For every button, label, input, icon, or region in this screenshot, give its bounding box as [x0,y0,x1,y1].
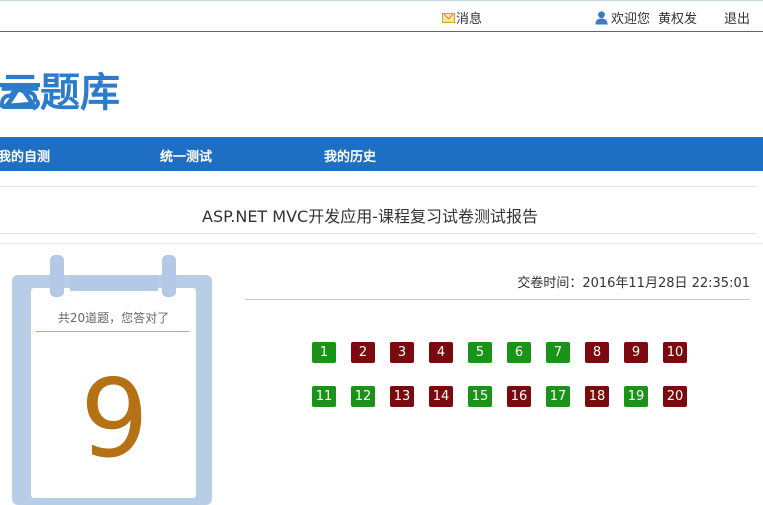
user-name[interactable]: 黄权发 [658,8,697,27]
divider [245,299,750,300]
score-value: 9 [80,357,149,482]
welcome-label: 欢迎您 [611,12,651,27]
user-icon [595,11,608,25]
question-result-20[interactable]: 20 [663,386,687,407]
question-result-1[interactable]: 1 [312,342,336,363]
mail-icon [442,12,455,23]
question-result-15[interactable]: 15 [468,386,492,407]
logo[interactable]: 云题库 [0,68,185,118]
question-result-9[interactable]: 9 [624,342,648,363]
question-result-12[interactable]: 12 [351,386,375,407]
calendar-ring-icon [162,255,176,297]
divider [0,186,757,187]
report-title: ASP.NET MVC开发应用-课程复习试卷测试报告 [202,207,538,226]
calendar-divider [36,331,189,332]
top-bar: 消息 欢迎您 黄权发 退出 [0,1,763,32]
calendar-ring-icon [50,255,64,297]
question-result-18[interactable]: 18 [585,386,609,407]
question-result-5[interactable]: 5 [468,342,492,363]
question-result-4[interactable]: 4 [429,342,453,363]
question-result-17[interactable]: 17 [546,386,570,407]
messages-label: 消息 [456,12,483,27]
question-result-8[interactable]: 8 [585,342,609,363]
score-summary: 共20道题，您答对了 [57,311,170,325]
question-result-2[interactable]: 2 [351,342,375,363]
main-nav: 我的自测 统一测试 我的历史 [0,137,763,171]
messages-link[interactable]: 消息 [442,8,482,27]
nav-item-my-history[interactable]: 我的历史 [324,146,376,165]
question-result-3[interactable]: 3 [390,342,414,363]
logout-link[interactable]: 退出 [724,8,750,27]
submit-time: 交卷时间：2016年11月28日 22:35:01 [517,276,750,291]
question-result-7[interactable]: 7 [546,342,570,363]
divider [0,243,763,244]
welcome-area: 欢迎您 黄权发 [594,8,697,27]
question-result-13[interactable]: 13 [390,386,414,407]
question-result-16[interactable]: 16 [507,386,531,407]
nav-item-unified-test[interactable]: 统一测试 [160,146,212,165]
nav-item-my-self-test[interactable]: 我的自测 [0,146,50,165]
question-result-19[interactable]: 19 [624,386,648,407]
question-result-6[interactable]: 6 [507,342,531,363]
question-result-11[interactable]: 11 [312,386,336,407]
question-result-10[interactable]: 10 [663,342,687,363]
question-result-14[interactable]: 14 [429,386,453,407]
score-calendar: 共20道题，您答对了 9 [0,255,215,505]
calendar-bar [70,277,158,291]
divider [0,233,757,234]
logo-text: 云题库 [0,70,120,116]
